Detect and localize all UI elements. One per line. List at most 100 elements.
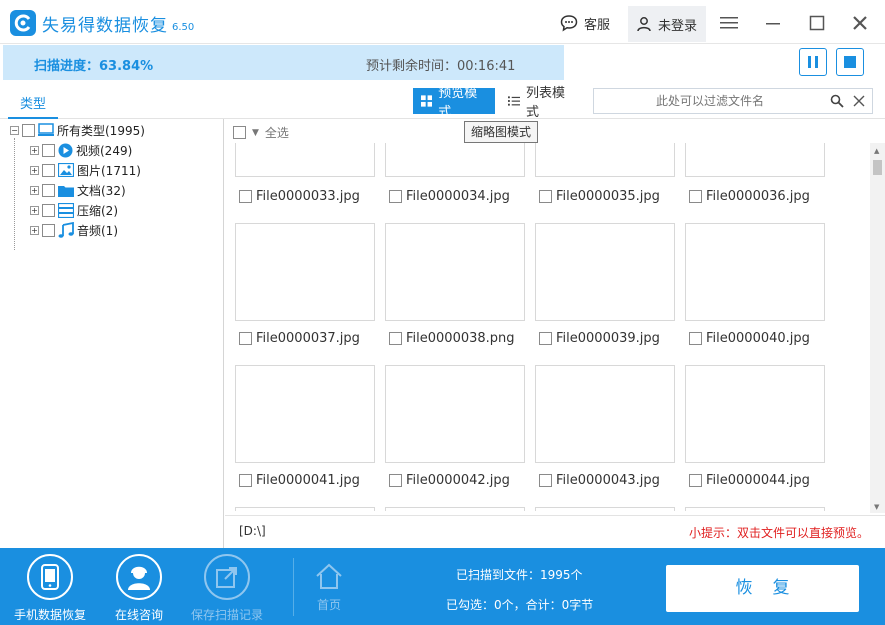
file-item[interactable]: File0000042.jpg <box>389 473 510 488</box>
file-checkbox[interactable] <box>239 474 252 487</box>
tree-checkbox-video[interactable] <box>42 143 55 157</box>
scroll-up-icon[interactable]: ▲ <box>874 147 879 155</box>
tree-checkbox-audio[interactable] <box>42 223 55 237</box>
file-item[interactable]: File0000037.jpg <box>239 331 360 346</box>
file-checkbox[interactable] <box>539 474 552 487</box>
sort-arrow-icon[interactable]: ▼ <box>252 128 259 138</box>
thumbnail-image[interactable] <box>235 507 375 511</box>
restore-button[interactable]: 恢复 <box>666 565 859 612</box>
maximize-button[interactable] <box>806 12 828 34</box>
file-checkbox[interactable] <box>389 190 402 203</box>
scroll-down-icon[interactable]: ▼ <box>874 503 879 511</box>
file-checkbox[interactable] <box>539 190 552 203</box>
expand-icon[interactable]: + <box>30 205 39 215</box>
toolbar: 类型 预览模式 列表模式 <box>0 82 885 120</box>
thumbnail-image[interactable] <box>235 223 375 321</box>
select-all-checkbox[interactable] <box>233 126 246 139</box>
tree-label-document: 文档(32) <box>77 183 126 198</box>
expand-icon[interactable]: + <box>30 225 39 235</box>
clear-filter-icon[interactable] <box>853 95 865 107</box>
file-item[interactable]: File0000044.jpg <box>689 473 810 488</box>
file-item[interactable]: File0000036.jpg <box>689 189 810 204</box>
tree-checkbox-archive[interactable] <box>42 203 55 217</box>
file-item[interactable]: File0000033.jpg <box>239 189 360 204</box>
tree-item-archive[interactable]: + 压缩(2) <box>30 200 118 220</box>
file-item[interactable]: File0000041.jpg <box>239 473 360 488</box>
preview-mode-button[interactable]: 预览模式 <box>413 86 495 120</box>
thumbnail-image[interactable] <box>685 143 825 177</box>
tree-item-audio[interactable]: + 音频(1) <box>30 220 118 240</box>
filter-input[interactable] <box>600 91 820 111</box>
file-checkbox[interactable] <box>689 474 702 487</box>
thumbnail-image[interactable] <box>235 365 375 463</box>
app-title: 失易得数据恢复 <box>42 16 168 36</box>
file-checkbox[interactable] <box>539 332 552 345</box>
phone-recovery-button[interactable]: 手机数据恢复 <box>5 554 95 624</box>
file-item[interactable]: File0000034.jpg <box>389 189 510 204</box>
thumbnail-image[interactable] <box>535 365 675 463</box>
selected-summary: 已勾选：0个，合计：0字节 <box>446 598 594 612</box>
file-name: File0000043.jpg <box>556 473 660 488</box>
tree-item-video[interactable]: + 视频(249) <box>30 140 132 160</box>
customer-service-button[interactable]: 客服 <box>560 12 610 34</box>
thumbnail-image[interactable] <box>385 365 525 463</box>
tree-checkbox-document[interactable] <box>42 183 55 197</box>
preview-mode-label: 预览模式 <box>438 86 478 120</box>
image-icon <box>58 163 74 177</box>
close-icon <box>853 16 867 30</box>
thumbnail-image[interactable] <box>535 143 675 177</box>
file-name: File0000041.jpg <box>256 473 360 488</box>
tree-item-image[interactable]: + 图片(1711) <box>30 160 141 180</box>
scrollbar-thumb[interactable] <box>873 160 882 175</box>
file-item[interactable]: File0000040.jpg <box>689 331 810 346</box>
thumbnail-image[interactable] <box>685 365 825 463</box>
thumbnail-image[interactable] <box>385 223 525 321</box>
file-item[interactable]: File0000039.jpg <box>539 331 660 346</box>
thumbnail-image[interactable] <box>685 507 825 511</box>
menu-button[interactable] <box>718 12 740 34</box>
file-checkbox[interactable] <box>389 474 402 487</box>
expand-icon[interactable]: + <box>30 145 39 155</box>
select-all[interactable]: ▼ 全选 <box>233 124 289 141</box>
tree-checkbox-image[interactable] <box>42 163 55 177</box>
file-checkbox[interactable] <box>389 332 402 345</box>
file-name: File0000036.jpg <box>706 189 810 204</box>
folder-icon <box>58 185 74 197</box>
file-item[interactable]: File0000035.jpg <box>539 189 660 204</box>
list-mode-button[interactable]: 列表模式 <box>500 86 582 120</box>
thumbnail-image[interactable] <box>535 223 675 321</box>
thumbnail-image[interactable] <box>385 143 525 177</box>
collapse-icon[interactable]: − <box>10 125 19 135</box>
vertical-scrollbar[interactable]: ▲ ▼ <box>870 143 885 513</box>
close-button[interactable] <box>849 12 871 34</box>
login-button[interactable]: 未登录 <box>628 6 706 42</box>
minimize-button[interactable] <box>762 12 784 34</box>
online-consult-button[interactable]: 在线咨询 <box>94 554 184 624</box>
thumbnail-image[interactable] <box>535 507 675 511</box>
tree-label-audio: 音频(1) <box>77 223 118 238</box>
file-item[interactable]: File0000043.jpg <box>539 473 660 488</box>
thumbnail-image[interactable] <box>385 507 525 511</box>
stop-button[interactable] <box>836 48 864 76</box>
home-button[interactable]: 首页 <box>284 562 374 625</box>
tree-item-document[interactable]: + 文档(32) <box>30 180 126 200</box>
login-label: 未登录 <box>658 18 698 34</box>
search-icon[interactable] <box>830 94 844 108</box>
pause-button[interactable] <box>799 48 827 76</box>
expand-icon[interactable]: + <box>30 165 39 175</box>
file-checkbox[interactable] <box>689 190 702 203</box>
filter-box <box>593 88 873 114</box>
expand-icon[interactable]: + <box>30 185 39 195</box>
file-name: File0000034.jpg <box>406 189 510 204</box>
thumbnail-image[interactable] <box>235 143 375 177</box>
file-checkbox[interactable] <box>239 332 252 345</box>
save-scan-record-button[interactable]: 保存扫描记录 <box>182 554 272 624</box>
tab-type[interactable]: 类型 <box>8 93 58 119</box>
tree-checkbox-all[interactable] <box>22 123 35 137</box>
tree-item-all[interactable]: − 所有类型(1995) <box>10 120 145 140</box>
file-item[interactable]: File0000038.png <box>389 331 515 346</box>
thumbnail-image[interactable] <box>685 223 825 321</box>
list-mode-label: 列表模式 <box>526 86 566 120</box>
file-checkbox[interactable] <box>689 332 702 345</box>
file-checkbox[interactable] <box>239 190 252 203</box>
